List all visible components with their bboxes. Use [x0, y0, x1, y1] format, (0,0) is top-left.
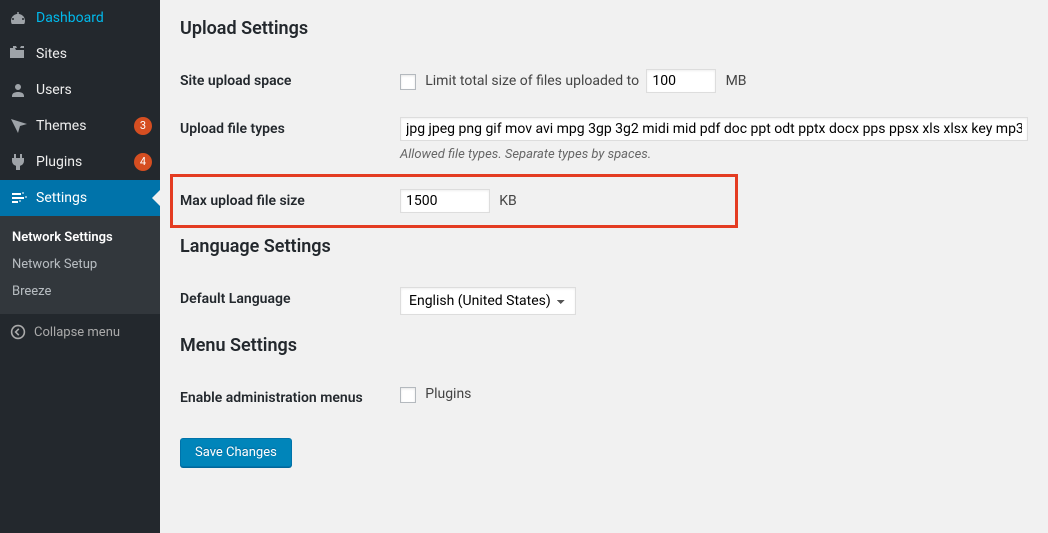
themes-icon	[8, 116, 28, 136]
enable-admin-menus-label: Enable administration menus	[180, 386, 400, 406]
max-upload-size-label: Max upload file size	[180, 189, 400, 209]
update-badge: 4	[134, 153, 152, 171]
upload-file-types-label: Upload file types	[180, 117, 400, 137]
sidebar-item-settings[interactable]: Settings	[0, 180, 160, 216]
sidebar-item-label: Users	[36, 82, 152, 98]
max-upload-size-row: Max upload file size KB	[170, 174, 738, 228]
sidebar-item-label: Themes	[36, 118, 130, 134]
upload-file-types-row: Upload file types Allowed file types. Se…	[180, 105, 1028, 174]
save-changes-button[interactable]: Save Changes	[180, 438, 292, 467]
submenu-item-network-setup[interactable]: Network Setup	[0, 251, 160, 278]
sidebar-item-sites[interactable]: Sites	[0, 36, 160, 72]
default-language-label: Default Language	[180, 287, 400, 307]
sites-icon	[8, 44, 28, 64]
collapse-menu[interactable]: Collapse menu	[0, 313, 160, 350]
update-badge: 3	[134, 117, 152, 135]
settings-content: Upload Settings Site upload space Limit …	[160, 0, 1048, 533]
upload-settings-heading: Upload Settings	[180, 18, 1028, 39]
max-upload-size-input[interactable]	[400, 189, 490, 213]
collapse-icon	[8, 322, 28, 342]
max-upload-size-unit: KB	[499, 193, 517, 209]
default-language-row: Default Language English (United States)	[180, 275, 1028, 327]
enable-admin-menus-row: Enable administration menus Plugins	[180, 374, 1028, 418]
enable-plugins-menu-label: Plugins	[425, 386, 471, 402]
sidebar-item-label: Dashboard	[36, 10, 152, 26]
site-upload-space-unit: MB	[726, 73, 747, 89]
sidebar-item-dashboard[interactable]: Dashboard	[0, 0, 160, 36]
dashboard-icon	[8, 8, 28, 28]
limit-upload-label: Limit total size of files uploaded to	[425, 73, 639, 89]
site-upload-space-row: Site upload space Limit total size of fi…	[180, 57, 1028, 105]
site-upload-space-label: Site upload space	[180, 69, 400, 89]
language-settings-heading: Language Settings	[180, 236, 1028, 257]
sidebar-item-themes[interactable]: Themes 3	[0, 108, 160, 144]
sidebar-item-label: Sites	[36, 46, 152, 62]
collapse-label: Collapse menu	[34, 325, 120, 340]
sidebar-item-label: Settings	[36, 190, 152, 206]
menu-settings-heading: Menu Settings	[180, 335, 1028, 356]
settings-submenu: Network Settings Network Setup Breeze	[0, 216, 160, 313]
default-language-select[interactable]: English (United States)	[400, 287, 576, 315]
sidebar-item-label: Plugins	[36, 154, 130, 170]
plugins-icon	[8, 152, 28, 172]
site-upload-space-input[interactable]	[646, 69, 716, 93]
users-icon	[8, 80, 28, 100]
submenu-item-network-settings[interactable]: Network Settings	[0, 224, 160, 251]
settings-icon	[8, 188, 28, 208]
limit-upload-checkbox[interactable]	[400, 74, 416, 90]
sidebar-item-users[interactable]: Users	[0, 72, 160, 108]
upload-file-types-description: Allowed file types. Separate types by sp…	[400, 147, 1028, 162]
admin-sidebar: Dashboard Sites Users Themes 3 Plugins 4…	[0, 0, 160, 533]
enable-plugins-menu-checkbox[interactable]	[400, 387, 416, 403]
upload-file-types-input[interactable]	[400, 117, 1028, 141]
submenu-item-breeze[interactable]: Breeze	[0, 278, 160, 305]
sidebar-item-plugins[interactable]: Plugins 4	[0, 144, 160, 180]
